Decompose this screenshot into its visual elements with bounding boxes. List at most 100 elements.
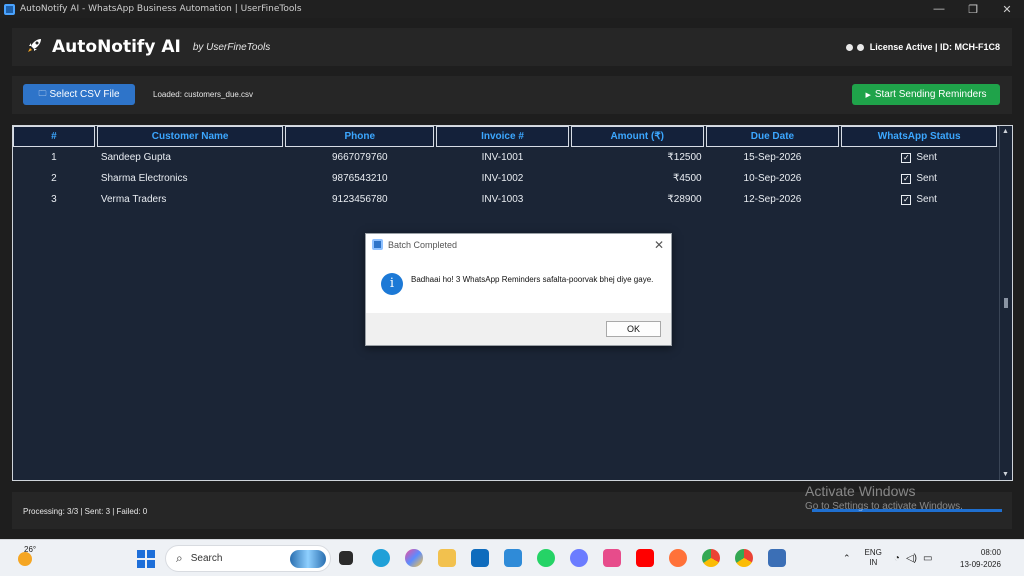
store-icon[interactable] — [504, 549, 522, 567]
scroll-thumb[interactable] — [1004, 298, 1008, 308]
cell-amount: ₹4500 — [672, 173, 702, 184]
table-row[interactable]: 2 Sharma Electronics 9876543210 INV-1002… — [13, 168, 999, 189]
language-indicator[interactable]: ENG IN — [865, 548, 882, 568]
column-header-phone[interactable]: Phone — [285, 126, 435, 147]
table-row[interactable]: 3 Verma Traders 9123456780 INV-1003 ₹289… — [13, 189, 999, 210]
column-header-invoice[interactable]: Invoice # — [436, 126, 569, 147]
outlook-icon[interactable] — [471, 549, 489, 567]
cell-invoice: INV-1001 — [481, 152, 524, 163]
edge-icon[interactable] — [372, 549, 390, 567]
column-header-due-date[interactable]: Due Date — [705, 126, 840, 147]
processing-status: Processing: 3/3 | Sent: 3 | Failed: 0 — [23, 507, 148, 516]
checkbox-checked-icon: ✓ — [901, 152, 912, 163]
chrome-profile-icon[interactable] — [735, 549, 753, 567]
wifi-icon[interactable]: ◔ — [894, 553, 900, 564]
column-header-amount[interactable]: Amount (₹) — [570, 126, 704, 147]
vertical-scrollbar[interactable]: ▲ ▼ — [999, 126, 1012, 480]
dialog-close-icon[interactable]: ✕ — [647, 238, 671, 252]
dialog-titlebar: Batch Completed ✕ — [366, 234, 671, 255]
status-text: Sent — [916, 194, 937, 205]
cell-customer-name: Verma Traders — [100, 194, 167, 205]
column-header-name[interactable]: Customer Name — [96, 126, 284, 147]
dialog-body: i Badhaai ho! 3 WhatsApp Reminders safal… — [366, 255, 671, 313]
cell-amount: ₹12500 — [667, 152, 702, 163]
taskbar-search[interactable]: ⌕ Search — [165, 545, 331, 572]
app-brand: AutoNotify AI — [52, 37, 181, 57]
activate-title: Activate Windows — [805, 483, 916, 499]
close-button[interactable]: ✕ — [990, 0, 1024, 18]
app-icon-generic[interactable] — [570, 549, 588, 567]
dialog-footer: OK — [366, 313, 671, 345]
column-header-whatsapp-status[interactable]: WhatsApp Status — [841, 126, 997, 147]
cell-customer-name: Sharma Electronics — [100, 173, 188, 184]
taskbar-clock[interactable]: 08:00 13-09-2026 — [960, 547, 1001, 571]
search-icon: ⌕ — [176, 551, 183, 565]
cell-whatsapp-status: ✓ Sent — [841, 147, 997, 168]
start-sending-label: Start Sending Reminders — [874, 89, 987, 100]
loaded-file-label: Loaded: customers_due.csv — [153, 90, 254, 99]
select-csv-label: Select CSV File — [49, 89, 120, 100]
python-icon[interactable] — [768, 549, 786, 567]
checkbox-checked-icon: ✓ — [901, 173, 912, 184]
battery-icon[interactable]: ▭ — [923, 553, 932, 564]
cell-whatsapp-status: ✓ Sent — [841, 168, 997, 189]
toolbar: 🗀 Select CSV File Loaded: customers_due.… — [12, 76, 1012, 114]
copilot-icon[interactable] — [405, 549, 423, 567]
scroll-up-icon[interactable]: ▲ — [1002, 128, 1009, 135]
column-header-num[interactable]: # — [13, 126, 95, 147]
cell-due-date: 10-Sep-2026 — [743, 173, 802, 184]
cell-num: 2 — [51, 173, 57, 184]
activate-windows-watermark: Activate Windows Go to Settings to activ… — [805, 483, 963, 512]
license-status: License Active | ID: MCH-F1C8 — [869, 42, 1000, 52]
search-highlight-icon — [290, 549, 326, 568]
app-header: AutoNotify AI by UserFineTools License A… — [12, 28, 1012, 66]
table-header: # Customer Name Phone Invoice # Amount (… — [13, 126, 999, 147]
weather-widget[interactable]: 26° — [16, 545, 38, 568]
whatsapp-icon[interactable] — [537, 549, 555, 567]
cell-amount: ₹28900 — [667, 194, 702, 205]
dialog-message: Badhaai ho! 3 WhatsApp Reminders safalta… — [411, 275, 654, 284]
cell-phone: 9123456780 — [331, 194, 388, 205]
chrome-icon[interactable] — [702, 549, 720, 567]
language-code: ENG — [864, 548, 882, 557]
table-row[interactable]: 1 Sandeep Gupta 9667079760 INV-1001 ₹125… — [13, 147, 999, 168]
checkbox-checked-icon: ✓ — [901, 194, 912, 205]
status-dot-icon — [845, 43, 853, 51]
status-dot-icon — [856, 43, 864, 51]
info-icon: i — [381, 273, 403, 295]
task-view-icon[interactable] — [339, 551, 353, 565]
app-icon — [4, 3, 15, 15]
sun-icon — [18, 552, 32, 566]
ok-button[interactable]: OK — [606, 321, 661, 337]
volume-icon[interactable]: ◁) — [906, 553, 917, 564]
rocket-icon — [24, 36, 46, 59]
snipping-tool-icon[interactable] — [603, 549, 621, 567]
cell-phone: 9667079760 — [331, 152, 388, 163]
clock-time: 08:00 — [980, 548, 1001, 557]
select-csv-button[interactable]: 🗀 Select CSV File — [23, 84, 135, 105]
dialog-app-icon — [372, 239, 383, 250]
chevron-up-icon[interactable]: ⌃ — [843, 553, 851, 564]
cell-phone: 9876543210 — [331, 173, 388, 184]
cell-num: 1 — [51, 152, 57, 163]
windows-taskbar: 26° ⌕ Search ⌃ ENG IN ◔ ◁) ▭ 08:00 13-09… — [0, 539, 1024, 576]
maximize-button[interactable]: ❐ — [956, 0, 990, 18]
windows-start-icon[interactable] — [137, 550, 155, 568]
file-explorer-icon[interactable] — [438, 549, 456, 567]
batch-completed-dialog: Batch Completed ✕ i Badhaai ho! 3 WhatsA… — [365, 233, 672, 346]
minimize-button[interactable]: — — [922, 0, 956, 18]
dialog-title: Batch Completed — [388, 239, 458, 250]
clock-date: 13-09-2026 — [960, 560, 1001, 569]
search-label: Search — [190, 553, 223, 564]
firefox-icon[interactable] — [669, 549, 687, 567]
cell-due-date: 12-Sep-2026 — [743, 194, 802, 205]
folder-icon: 🗀 — [38, 88, 47, 98]
weather-temp: 26° — [24, 545, 37, 554]
system-tray: ⌃ ENG IN ◔ ◁) ▭ — [843, 548, 938, 568]
window-title: AutoNotify AI - WhatsApp Business Automa… — [20, 4, 302, 14]
start-sending-button[interactable]: ▶ Start Sending Reminders — [852, 84, 1000, 105]
scroll-down-icon[interactable]: ▼ — [1002, 471, 1009, 478]
youtube-icon[interactable] — [636, 549, 654, 567]
cell-due-date: 15-Sep-2026 — [743, 152, 802, 163]
cell-invoice: INV-1003 — [481, 194, 524, 205]
